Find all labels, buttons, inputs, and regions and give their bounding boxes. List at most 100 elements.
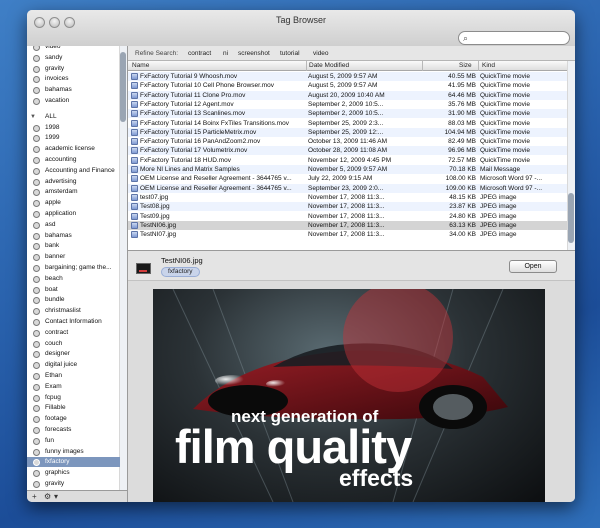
chevron-down-icon[interactable]: ▾ [54, 491, 58, 502]
add-tag-button[interactable]: + [32, 491, 37, 502]
sidebar-tag-item[interactable]: Fillable [27, 403, 120, 413]
file-size: 23.87 KB [449, 203, 476, 211]
sidebar-tag-item[interactable]: fxfactory [27, 457, 120, 468]
sidebar-item-label: fxfactory [45, 458, 70, 466]
file-list-scrollbar[interactable] [567, 61, 575, 250]
sidebar-scrollbar[interactable] [119, 46, 127, 490]
sidebar-item-label: Ethan [45, 372, 62, 379]
sidebar-tag-item[interactable]: bank [27, 241, 120, 251]
refine-keyword[interactable]: contract [188, 46, 211, 61]
file-date: November 12, 2009 4:45 PM [308, 156, 392, 164]
sidebar-tag-item[interactable]: beach [27, 274, 120, 284]
file-row[interactable]: FxFactory Tutorial 16 PanAndZoom2.mov Oct… [128, 137, 567, 146]
file-row[interactable]: FxFactory Tutorial 18 HUD.mov November 12… [128, 156, 567, 165]
refine-keyword[interactable]: screenshot [238, 46, 270, 61]
sidebar-tag-item[interactable]: footage [27, 414, 120, 424]
file-row[interactable]: FxFactory Tutorial 12 Agent.mov September… [128, 100, 567, 109]
sidebar-tag-item[interactable]: fcpug [27, 393, 120, 403]
file-name: FxFactory Tutorial 18 HUD.mov [140, 156, 232, 164]
column-header-date[interactable]: Date Modified [309, 61, 349, 71]
search-input[interactable] [473, 33, 563, 44]
sidebar-tag-item[interactable]: bahamas [27, 231, 120, 241]
file-date: July 22, 2009 9:15 AM [308, 175, 373, 183]
sidebar-tag-item[interactable]: vacation [27, 96, 120, 106]
file-date: September 25, 2009 2:3... [308, 119, 384, 127]
preview-tag-token[interactable]: fxfactory [161, 267, 200, 277]
gear-icon[interactable]: ⚙ [44, 491, 51, 502]
sidebar-tag-item[interactable]: apple [27, 198, 120, 208]
sidebar-tag-item[interactable]: Exam [27, 382, 120, 392]
file-row[interactable]: FxFactory Tutorial 15 ParticleMetrix.mov… [128, 127, 567, 137]
file-row[interactable]: OEM License and Reseller Agreement - 364… [128, 174, 567, 183]
file-kind: JPEG image [480, 221, 517, 229]
sidebar-tag-item[interactable]: amsterdam [27, 187, 120, 197]
sidebar-item-label: fun [45, 436, 55, 444]
file-row[interactable]: More NI Lines and Matrix Samples November… [128, 165, 567, 175]
sidebar-tag-item[interactable]: invoices [27, 74, 120, 84]
sidebar-tag-item[interactable]: Accounting and Finance [27, 166, 120, 176]
sidebar-tag-item[interactable]: contract [27, 328, 120, 338]
sidebar-tag-item[interactable]: designer [27, 349, 120, 359]
file-row[interactable]: FxFactory Tutorial 14 Boinx FxTiles Tran… [128, 119, 567, 128]
refine-keyword[interactable]: tutorial [280, 46, 300, 61]
sidebar-tag-item[interactable]: gravity [27, 479, 120, 489]
file-row[interactable]: FxFactory Tutorial 13 Scanlines.mov Septe… [128, 109, 567, 119]
open-button[interactable]: Open [509, 260, 557, 273]
sidebar-tag-item[interactable]: bahamas [27, 85, 120, 95]
file-row[interactable]: OEM License and Reseller Agreement - 364… [128, 183, 567, 193]
sidebar-tag-item[interactable]: funny images [27, 447, 120, 457]
column-header-size[interactable]: Size [459, 61, 472, 71]
file-row[interactable]: Test09.jpg November 17, 2008 11:3... 24.80… [128, 212, 567, 221]
sidebar-tag-item[interactable]: Contact Information [27, 317, 120, 327]
file-list-scroll-thumb[interactable] [568, 193, 574, 243]
sidebar-tag-item[interactable]: sandy [27, 53, 120, 63]
sidebar-tag-item[interactable]: boat [27, 285, 120, 295]
file-row[interactable]: FxFactory Tutorial 11 Clone Pro.mov Augus… [128, 90, 567, 100]
sidebar-tag-item[interactable]: application [27, 209, 120, 219]
sidebar-tag-item[interactable]: advertising [27, 177, 120, 187]
sidebar-tag-item[interactable]: digital juice [27, 360, 120, 370]
sidebar-tag-item[interactable]: banner [27, 252, 120, 262]
sidebar-item-label: bahamas [45, 231, 72, 239]
tag-icon [33, 340, 40, 348]
file-size: 48.15 KB [449, 193, 476, 201]
column-header-name[interactable]: Name [132, 61, 149, 71]
file-row[interactable]: FxFactory Tutorial 9 Whoosh.mov August 5,… [128, 72, 567, 82]
sidebar-tag-item[interactable]: graphics [27, 468, 120, 478]
file-row[interactable]: TestNI07.jpg November 17, 2008 11:3... 34.… [128, 230, 567, 239]
sidebar-group-all[interactable]: ▼ ALL [27, 112, 120, 122]
file-row[interactable]: FxFactory Tutorial 17 Volumetrix.mov Octo… [128, 146, 567, 156]
file-date: October 28, 2009 11:08 AM [308, 147, 388, 155]
sidebar-scroll-thumb[interactable] [120, 52, 126, 122]
sidebar-item-label: designer [45, 350, 70, 358]
refine-keyword[interactable]: ni [223, 46, 228, 61]
sidebar-item-label: apple [45, 199, 61, 207]
refine-keyword[interactable]: video [313, 46, 329, 61]
sidebar-tag-item[interactable]: Ethan [27, 371, 120, 381]
tag-icon [33, 319, 40, 326]
file-date: November 5, 2009 9:57 AM [308, 166, 388, 173]
sidebar-tag-item[interactable]: video [27, 46, 120, 52]
sidebar-tag-item[interactable]: christmaslist [27, 306, 120, 316]
sidebar-tag-item[interactable]: academic license [27, 144, 120, 154]
sidebar-tag-item[interactable]: bundle [27, 295, 120, 305]
file-row[interactable]: TestNI06.jpg November 17, 2008 11:3... 63.… [128, 220, 567, 230]
sidebar-tag-item[interactable]: gravity [27, 64, 120, 74]
sidebar-tag-item[interactable]: accounting [27, 155, 120, 165]
sidebar-tag-item[interactable]: couch [27, 339, 120, 349]
sidebar-item-label: Exam [45, 382, 62, 390]
search-field[interactable]: ⌕ [458, 31, 570, 45]
column-header-kind[interactable]: Kind [482, 61, 495, 71]
file-row[interactable]: Test08.jpg November 17, 2008 11:3... 23.87… [128, 202, 567, 212]
file-kind: JPEG image [480, 203, 517, 211]
sidebar-tag-item[interactable]: bargaining; game the... [27, 263, 120, 273]
file-thumbnail [136, 263, 151, 274]
disclosure-triangle-icon[interactable]: ▼ [30, 112, 36, 122]
file-row[interactable]: FxFactory Tutorial 10 Cell Phone Browser… [128, 81, 567, 90]
sidebar-tag-item[interactable]: 1998 [27, 123, 120, 133]
sidebar-tag-item[interactable]: 1999 [27, 133, 120, 143]
sidebar-tag-item[interactable]: forecasts [27, 425, 120, 435]
file-row[interactable]: test07.jpg November 17, 2008 11:3... 48.15… [128, 193, 567, 202]
sidebar-tag-item[interactable]: asd [27, 220, 120, 230]
sidebar-tag-item[interactable]: fun [27, 436, 120, 446]
